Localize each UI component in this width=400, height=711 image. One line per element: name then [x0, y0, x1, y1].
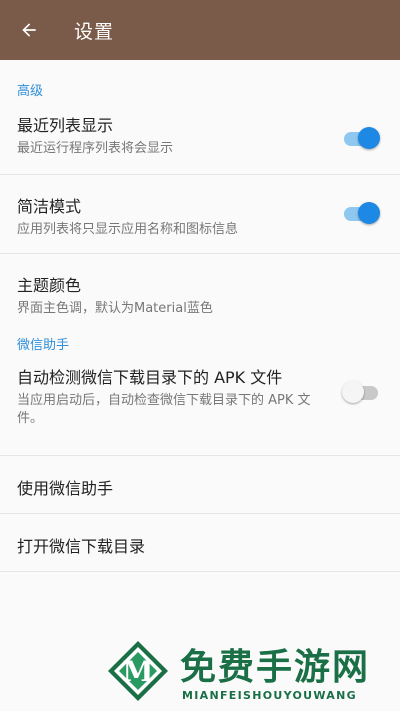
- simple-mode-toggle[interactable]: [344, 202, 380, 226]
- pref-summary: 最近运行程序列表将会显示: [17, 141, 174, 156]
- pref-title: 自动检测微信下载目录下的 APK 文件: [17, 368, 283, 387]
- pref-title: 最近列表显示: [17, 116, 114, 135]
- settings-list: 高级 最近列表显示 最近运行程序列表将会显示 简洁模式 应用列表将只显示应用名称…: [0, 60, 400, 572]
- watermark-title: 免费手游网: [180, 647, 371, 688]
- page-title: 设置: [74, 20, 115, 43]
- pref-summary: 应用列表将只显示应用名称和图标信息: [17, 222, 239, 237]
- pref-recent-list[interactable]: 最近列表显示 最近运行程序列表将会显示: [0, 112, 400, 175]
- site-logo-icon: M: [108, 641, 168, 701]
- section-header-advanced: 高级: [17, 84, 44, 99]
- pref-open-wechat-download-dir[interactable]: 打开微信下载目录: [0, 514, 400, 572]
- pref-summary: 界面主色调，默认为Material蓝色: [17, 301, 213, 316]
- recent-list-toggle[interactable]: [344, 127, 380, 151]
- back-button[interactable]: [1, 0, 57, 60]
- pref-simple-mode[interactable]: 简洁模式 应用列表将只显示应用名称和图标信息: [0, 175, 400, 254]
- toggle-thumb: [358, 127, 380, 149]
- pref-use-wechat-assistant[interactable]: 使用微信助手: [0, 456, 400, 514]
- arrow-left-icon: [22, 23, 36, 37]
- auto-detect-toggle[interactable]: [342, 381, 380, 405]
- pref-title: 打开微信下载目录: [17, 537, 146, 556]
- watermark: M 免费手游网 MIANFEISHOUYOUWANG: [106, 636, 400, 711]
- pref-title: 主题颜色: [17, 276, 82, 295]
- toggle-thumb: [358, 202, 380, 224]
- section-header-wechat: 微信助手: [17, 338, 70, 353]
- watermark-subtitle: MIANFEISHOUYOUWANG: [182, 689, 357, 702]
- pref-auto-detect-apk[interactable]: 自动检测微信下载目录下的 APK 文件 当应用启动后，自动检查微信下载目录下的 …: [0, 364, 400, 456]
- app-bar: 设置: [0, 0, 400, 60]
- pref-theme-color[interactable]: 主题颜色 界面主色调，默认为Material蓝色: [0, 254, 400, 328]
- toggle-thumb: [342, 381, 364, 403]
- logo-letter: M: [123, 655, 154, 688]
- pref-title: 使用微信助手: [17, 479, 114, 498]
- pref-title: 简洁模式: [17, 197, 82, 216]
- pref-summary: 当应用启动后，自动检查微信下载目录下的 APK 文件。: [17, 393, 311, 426]
